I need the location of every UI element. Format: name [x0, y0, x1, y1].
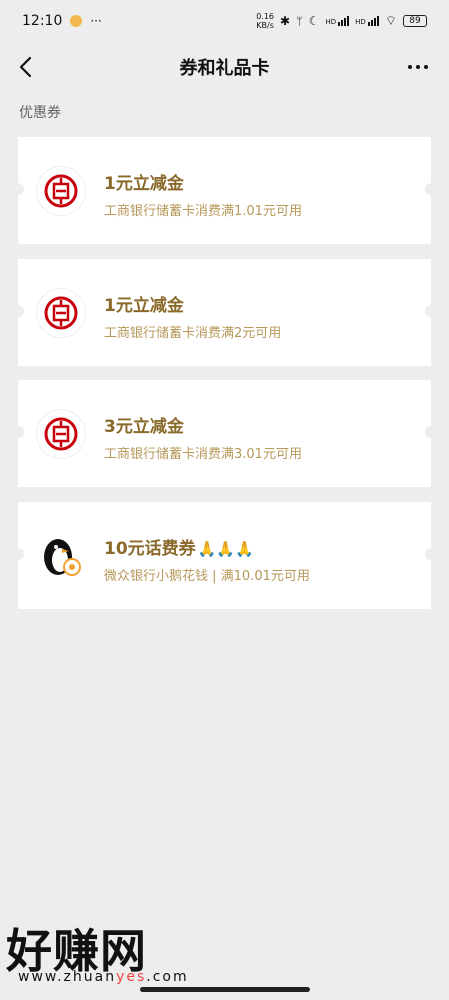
coupon-desc: 微众银行小鹅花钱 | 满10.01元可用 — [104, 569, 310, 584]
wifi-icon: ⌔ — [384, 14, 397, 29]
icbc-logo-icon — [37, 410, 85, 458]
coupon-title: 3元立减金 — [104, 417, 184, 437]
app-notification-icon — [70, 15, 83, 27]
coupon-desc: 工商银行储蓄卡消费满2元可用 — [104, 326, 282, 341]
bluetooth-icon: ✱ — [280, 14, 291, 28]
back-button[interactable] — [14, 54, 40, 80]
icbc-logo-icon — [37, 289, 85, 337]
watermark-url: www.zhuanyes.com — [18, 969, 189, 985]
section-label: 优惠券 — [19, 105, 61, 121]
coupon-card[interactable]: 1元立减金 工商银行储蓄卡消费满2元可用 — [12, 259, 437, 366]
net-speed: 0.16 KB/s — [256, 12, 275, 30]
watermark: 好赚网 www.zhuanyes.com — [0, 915, 230, 985]
signal-icon-2: HD — [355, 16, 379, 26]
pray-emoji-icon: 🙏🙏🙏 — [197, 540, 254, 558]
more-notifications-icon: ··· — [90, 14, 102, 28]
status-time: 12:10 — [22, 13, 63, 29]
battery-icon: 89 — [403, 15, 427, 27]
status-bar: 12:10 ··· 0.16 KB/s ✱ ᛘ ☾ HD HD ⌔ 89 — [0, 0, 449, 42]
webank-penguin-icon — [37, 532, 85, 580]
coupon-title: 1元立减金 — [104, 174, 184, 194]
moon-icon: ☾ — [308, 14, 320, 28]
coupon-card[interactable]: 10元话费券 🙏🙏🙏 微众银行小鹅花钱 | 满10.01元可用 — [12, 502, 437, 609]
earbuds-icon: ᛘ — [296, 14, 303, 28]
signal-icon-1: HD — [325, 16, 350, 26]
coupon-title-text: 10元话费券 — [104, 539, 196, 559]
page-title: 券和礼品卡 — [179, 58, 270, 79]
chevron-left-icon — [19, 56, 32, 78]
coupon-title: 10元话费券 🙏🙏🙏 — [104, 534, 254, 559]
coupon-card[interactable]: 3元立减金 工商银行储蓄卡消费满3.01元可用 — [12, 380, 437, 487]
more-options-button[interactable] — [405, 54, 431, 80]
coupon-title: 1元立减金 — [104, 296, 184, 316]
coupon-desc: 工商银行储蓄卡消费满1.01元可用 — [104, 204, 302, 219]
home-indicator[interactable] — [140, 987, 310, 992]
nav-bar: 券和礼品卡 — [0, 42, 449, 92]
icbc-logo-icon — [37, 167, 85, 215]
coupon-card[interactable]: 1元立减金 工商银行储蓄卡消费满1.01元可用 — [12, 137, 437, 244]
coupon-desc: 工商银行储蓄卡消费满3.01元可用 — [104, 447, 302, 462]
